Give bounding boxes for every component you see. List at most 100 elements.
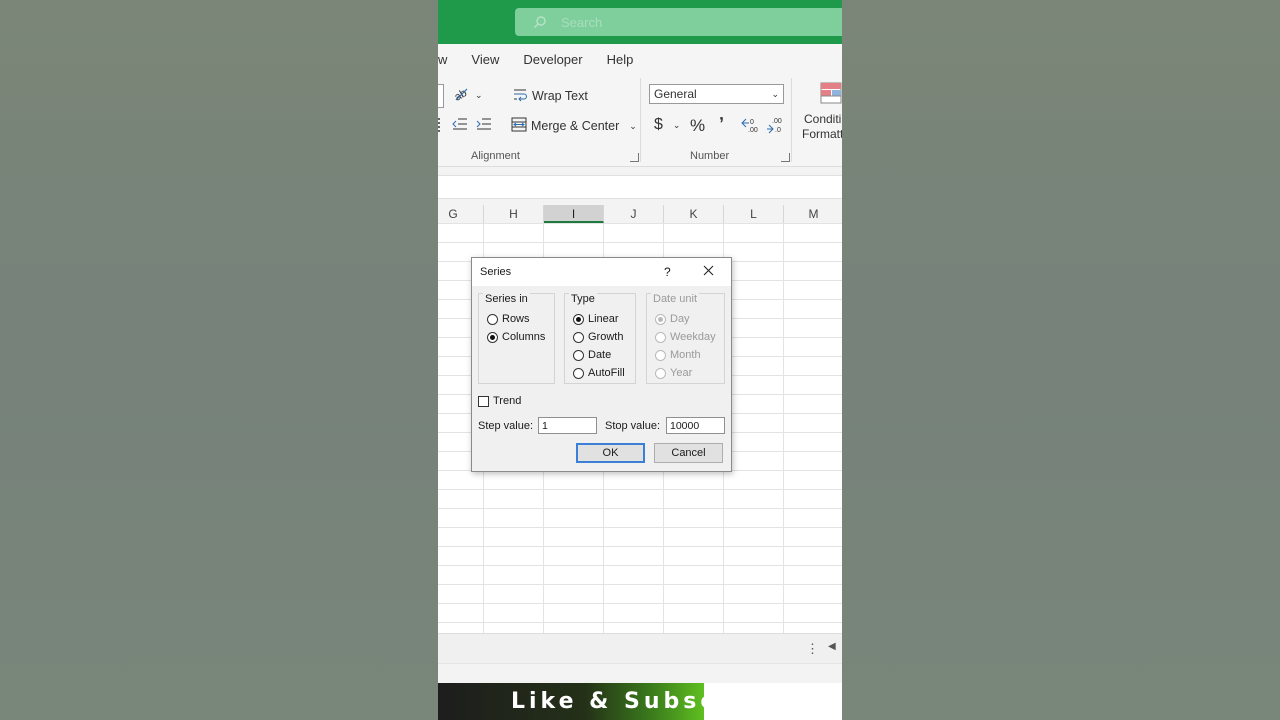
- month-radio: Month: [655, 349, 701, 361]
- column-header-h[interactable]: H: [484, 205, 544, 223]
- linear-radio[interactable]: Linear: [573, 313, 619, 325]
- close-icon[interactable]: [703, 265, 714, 279]
- column-header-i[interactable]: I: [544, 205, 604, 223]
- trend-checkbox-box: [478, 395, 489, 407]
- number-format-value: General: [654, 87, 697, 101]
- svg-text:.0: .0: [775, 127, 781, 134]
- search-box[interactable]: Search: [515, 8, 842, 36]
- tab-review[interactable]: w: [438, 52, 447, 67]
- conditional-formatting-label-1: Conditi: [803, 112, 842, 126]
- autofill-label: AutoFill: [588, 367, 625, 379]
- autofill-radio[interactable]: AutoFill: [573, 367, 625, 379]
- trend-checkbox[interactable]: Trend: [478, 395, 521, 407]
- date-radio-indicator: [573, 349, 584, 361]
- date-unit-group: Date unit Day Weekday Month Year: [646, 293, 725, 384]
- wrap-text-button[interactable]: Wrap Text: [513, 87, 588, 105]
- ribbon: ab ⌄ Wrap Text Merge & Center ⌄: [438, 74, 842, 167]
- chevron-down-icon: ⌄: [771, 88, 779, 99]
- year-radio-indicator: [655, 367, 666, 379]
- growth-label: Growth: [588, 331, 624, 343]
- series-in-label: Series in: [483, 293, 530, 305]
- more-options-icon[interactable]: ⋮: [806, 641, 819, 657]
- weekday-radio: Weekday: [655, 331, 716, 343]
- step-value-label: Step value:: [478, 420, 534, 432]
- increase-decimal-button[interactable]: .00 0: [740, 116, 758, 137]
- column-header-k[interactable]: K: [664, 205, 724, 223]
- excel-window: Search w View Developer Help ab ⌄: [438, 0, 842, 720]
- merge-center-label: Merge & Center: [531, 119, 620, 133]
- column-header-m[interactable]: M: [784, 205, 842, 223]
- formula-bar-area: [438, 167, 842, 205]
- increase-decimal-icon: .00 0: [740, 116, 758, 137]
- weekday-label: Weekday: [670, 331, 716, 343]
- month-radio-indicator: [655, 349, 666, 361]
- dialog-title-bar: Series ?: [472, 258, 731, 286]
- percent-button[interactable]: %: [690, 116, 705, 136]
- comma-style-button[interactable]: ʼ: [719, 114, 724, 135]
- banner-blank: [704, 683, 842, 720]
- number-group-label: Number: [690, 150, 730, 162]
- percent-symbol: %: [690, 116, 706, 135]
- date-label: Date: [588, 349, 612, 361]
- date-unit-label: Date unit: [651, 293, 700, 305]
- group-separator: [640, 78, 641, 162]
- growth-radio[interactable]: Growth: [573, 331, 623, 343]
- date-radio[interactable]: Date: [573, 349, 611, 361]
- ok-button[interactable]: OK: [576, 443, 645, 463]
- columns-radio-indicator: [487, 331, 498, 343]
- decrease-indent-icon: [452, 117, 468, 134]
- formula-bar[interactable]: [438, 175, 842, 199]
- number-format-dropdown[interactable]: General ⌄: [649, 84, 784, 104]
- column-headers: G H I J K L M: [438, 205, 842, 223]
- merge-center-button[interactable]: Merge & Center ⌄: [511, 117, 637, 135]
- left-backdrop: [0, 0, 438, 720]
- increase-indent-icon: [476, 117, 492, 134]
- decrease-indent-button[interactable]: [452, 117, 468, 134]
- cancel-button[interactable]: Cancel: [654, 443, 723, 463]
- number-launcher-icon[interactable]: [781, 153, 790, 162]
- comma-symbol: ʼ: [719, 114, 725, 134]
- right-backdrop: [842, 0, 1280, 720]
- title-bar: Search: [438, 0, 842, 44]
- stop-value-input[interactable]: 10000: [666, 417, 725, 434]
- wrap-text-icon: [513, 87, 528, 105]
- status-bar: [438, 663, 842, 684]
- alignment-launcher-icon[interactable]: [630, 153, 639, 162]
- column-header-l[interactable]: L: [724, 205, 784, 223]
- subscribe-banner-text: Like & Subsc: [511, 689, 718, 714]
- decrease-decimal-button[interactable]: .00.0: [766, 116, 784, 137]
- rows-radio[interactable]: Rows: [487, 313, 530, 325]
- tab-developer[interactable]: Developer: [523, 52, 582, 67]
- search-icon: [533, 15, 559, 29]
- type-group: Type Linear Growth Date AutoFill: [564, 293, 636, 384]
- currency-button[interactable]: $ ⌄: [654, 116, 680, 134]
- ribbon-tabs: w View Developer Help: [438, 44, 842, 74]
- columns-radio[interactable]: Columns: [487, 331, 545, 343]
- tab-help[interactable]: Help: [607, 52, 634, 67]
- increase-indent-button[interactable]: [476, 117, 492, 134]
- linear-radio-indicator: [573, 313, 584, 325]
- decrease-decimal-icon: .00.0: [766, 116, 784, 137]
- autofill-radio-indicator: [573, 367, 584, 379]
- rows-radio-indicator: [487, 313, 498, 325]
- truncated-control[interactable]: [438, 84, 444, 108]
- help-button[interactable]: ?: [664, 265, 671, 279]
- orientation-icon: ab: [452, 86, 471, 105]
- weekday-radio-indicator: [655, 331, 666, 343]
- year-label: Year: [670, 367, 693, 379]
- merge-center-icon: [511, 117, 527, 135]
- svg-text:.00: .00: [772, 118, 782, 125]
- trend-label: Trend: [493, 395, 522, 407]
- scroll-left-icon[interactable]: ◀: [828, 641, 836, 652]
- series-in-group: Series in Rows Columns: [478, 293, 555, 384]
- conditional-formatting-button[interactable]: Conditi Formatt: [802, 112, 842, 142]
- day-label: Day: [670, 313, 690, 325]
- tab-view[interactable]: View: [471, 52, 499, 67]
- column-header-g[interactable]: G: [438, 205, 484, 223]
- stop-value-label: Stop value:: [605, 420, 661, 432]
- column-header-j[interactable]: J: [604, 205, 664, 223]
- step-value-input[interactable]: 1: [538, 417, 597, 434]
- alignment-group-label: Alignment: [471, 150, 520, 162]
- orientation-button[interactable]: ab ⌄: [452, 86, 482, 105]
- day-radio: Day: [655, 313, 690, 325]
